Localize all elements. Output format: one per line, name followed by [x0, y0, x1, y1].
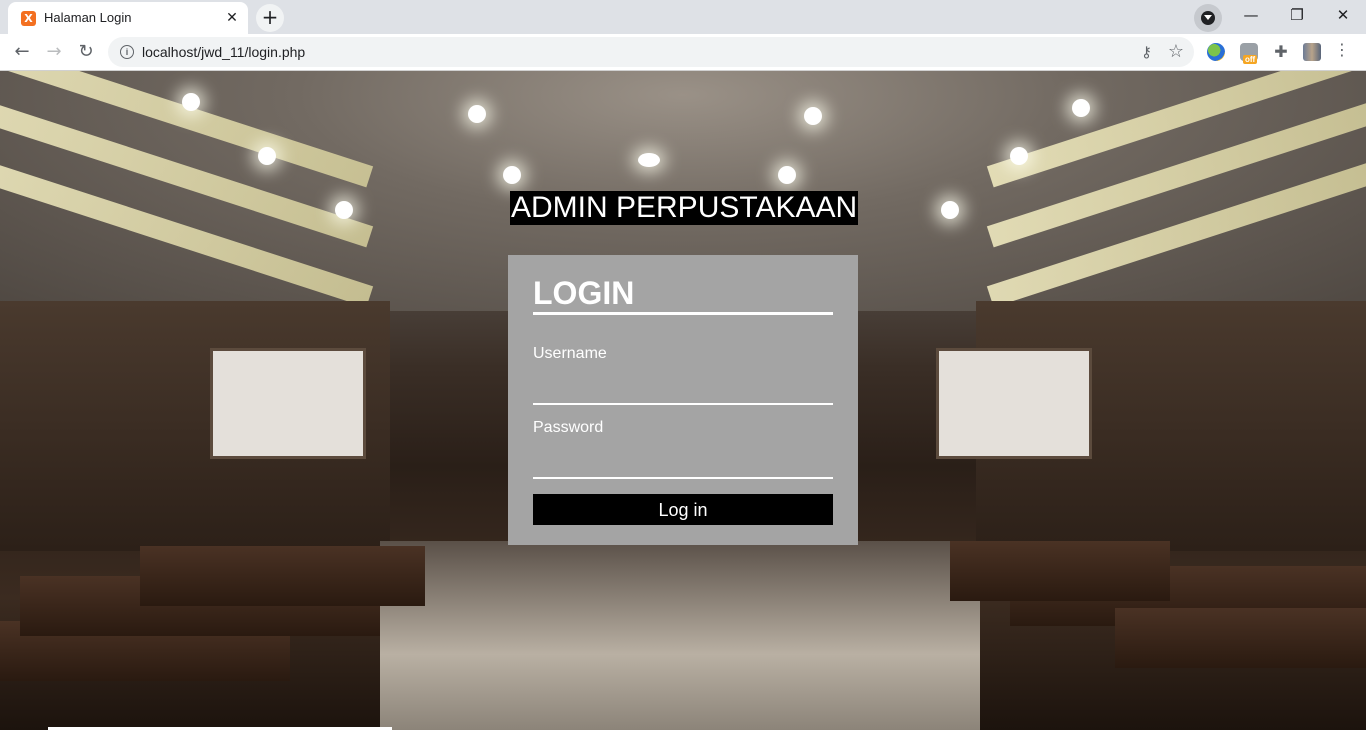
site-title: ADMIN PERPUSTAKAAN [510, 191, 859, 225]
background-floor [380, 541, 980, 730]
login-page: ADMIN PERPUSTAKAAN LOGIN Username Passwo… [0, 71, 1366, 730]
ceiling-light [1010, 147, 1028, 165]
browser-menu-icon[interactable]: ⋮ [1334, 40, 1350, 59]
password-field[interactable] [533, 453, 833, 479]
site-info-icon[interactable]: i [120, 45, 134, 59]
bookmark-star-icon[interactable]: ☆ [1168, 41, 1184, 62]
heading-divider [533, 312, 833, 315]
xampp-favicon-icon: X [21, 11, 36, 26]
ceiling-light [1072, 99, 1090, 117]
close-tab-icon[interactable]: ✕ [222, 8, 242, 28]
login-button[interactable]: Log in [533, 494, 833, 525]
background-table [950, 541, 1170, 601]
ceiling-light [182, 93, 200, 111]
username-label: Username [533, 345, 607, 362]
browser-tabbar: X Halaman Login ✕ + — ❐ ✕ [0, 0, 1366, 34]
profile-avatar[interactable] [1303, 43, 1321, 61]
tab-title: Halaman Login [44, 10, 132, 25]
username-field[interactable] [533, 379, 833, 405]
url-text[interactable]: localhost/jwd_11/login.php [142, 44, 305, 60]
login-heading: LOGIN [533, 275, 635, 311]
projection-screen-right [936, 348, 1092, 459]
forward-icon[interactable]: → [40, 38, 68, 66]
ceiling-light [503, 166, 521, 184]
ceiling-light [778, 166, 796, 184]
minimize-button[interactable]: — [1228, 0, 1274, 32]
background-table [140, 546, 425, 606]
browser-tab[interactable]: X Halaman Login ✕ [8, 2, 248, 34]
back-icon[interactable]: ← [8, 38, 36, 66]
ceiling-light [258, 147, 276, 165]
key-icon[interactable]: ⚷ [1141, 43, 1152, 61]
chandelier-light [638, 153, 660, 167]
tab-search-icon[interactable] [1194, 4, 1222, 32]
browser-toolbar: ← → ↻ i localhost/jwd_11/login.php ⚷ ☆ o… [0, 34, 1366, 71]
background-table [1115, 608, 1366, 668]
ceiling-light [468, 105, 486, 123]
password-label: Password [533, 419, 604, 436]
ceiling-light [804, 107, 822, 125]
close-window-button[interactable]: ✕ [1320, 0, 1366, 32]
projection-screen-left [210, 348, 366, 459]
extensions-puzzle-icon[interactable]: ✚ [1272, 43, 1290, 61]
reload-icon[interactable]: ↻ [72, 38, 100, 66]
ceiling-light [941, 201, 959, 219]
globe-extension-icon[interactable] [1207, 43, 1225, 61]
new-tab-button[interactable]: + [256, 4, 284, 32]
restore-button[interactable]: ❐ [1274, 0, 1320, 32]
address-bar[interactable]: i localhost/jwd_11/login.php ⚷ ☆ [108, 37, 1194, 67]
extension-off-badge: off [1243, 55, 1258, 64]
ceiling-light [335, 201, 353, 219]
login-form: LOGIN Username Password Log in [508, 255, 858, 545]
